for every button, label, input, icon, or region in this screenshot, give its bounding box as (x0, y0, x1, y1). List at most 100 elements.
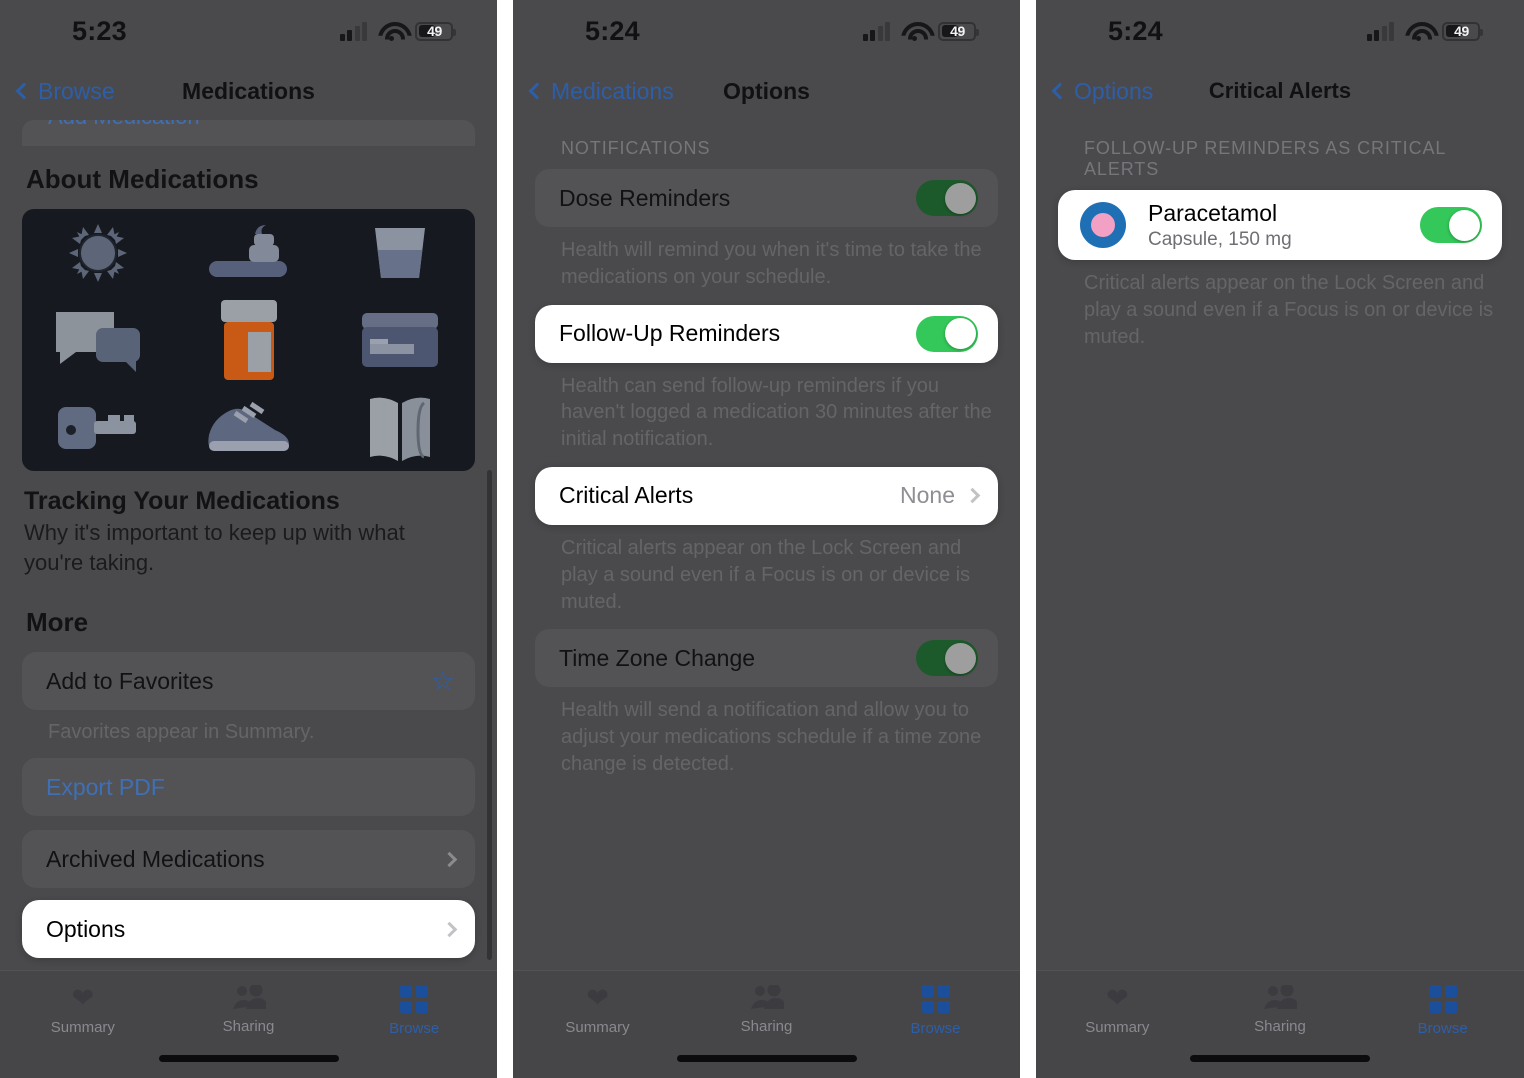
timezone-group: Time Zone Change (535, 629, 998, 688)
grid-icon (400, 985, 429, 1013)
tab-browse-label: Browse (910, 1020, 961, 1037)
export-group: Export PDF (22, 758, 475, 817)
about-medications-illustration (22, 209, 475, 471)
timezone-change-toggle[interactable] (916, 640, 978, 677)
options-row-highlighted[interactable]: Options (22, 900, 475, 959)
battery-icon: 49 (1442, 21, 1483, 41)
paracetamol-critical-toggle[interactable] (1420, 207, 1482, 243)
paracetamol-row[interactable]: Paracetamol Capsule, 150 mg (1058, 190, 1502, 260)
battery-percent: 49 (427, 23, 442, 39)
archived-group: Archived Medications (22, 830, 475, 889)
followup-reminders-row[interactable]: Follow-Up Reminders (535, 305, 998, 363)
book-icon (324, 384, 475, 471)
phone-panel-options: 5:24 49 Medications Options NOTIFICATION… (513, 0, 1020, 1078)
export-pdf-label: Export PDF (46, 773, 165, 800)
grid-icon (1428, 985, 1457, 1013)
tab-browse[interactable]: Browse (1361, 985, 1524, 1037)
wifi-icon (1405, 22, 1431, 41)
about-card-title: Tracking Your Medications (24, 487, 340, 515)
back-button-label: Options (1074, 77, 1154, 104)
followup-reminders-label: Follow-Up Reminders (559, 320, 781, 347)
status-bar: 5:23 49 (0, 0, 497, 62)
critical-alerts-highlighted[interactable]: Critical Alerts None (535, 466, 998, 525)
status-time: 5:24 (585, 15, 640, 46)
battery-icon: 49 (938, 21, 979, 41)
tab-bar: ❤ Summary Sharing Browse (513, 970, 1020, 1078)
tab-summary[interactable]: ❤ Summary (1036, 983, 1199, 1037)
chevron-right-icon (441, 851, 458, 867)
back-button-medications[interactable]: Medications (528, 78, 674, 105)
home-indicator (1190, 1055, 1370, 1062)
cup-icon (324, 209, 475, 296)
pill-bottle-icon (173, 296, 324, 383)
add-medication-row-cutoff[interactable]: Add Medication (22, 120, 475, 146)
home-indicator (158, 1055, 339, 1062)
tab-sharing-label: Sharing (740, 1018, 793, 1035)
home-indicator (676, 1055, 857, 1062)
tab-sharing-label: Sharing (222, 1018, 275, 1035)
phone-panel-critical-alerts: 5:24 49 Options Critical Alerts FOLLOW-U… (1036, 0, 1524, 1078)
dose-reminders-toggle[interactable] (916, 180, 978, 216)
medication-dose: Capsule, 150 mg (1148, 228, 1292, 250)
sneaker-icon (173, 384, 324, 471)
status-indicators: 49 (339, 21, 456, 41)
tab-summary-label: Summary (50, 1019, 115, 1036)
back-button-options[interactable]: Options (1051, 77, 1154, 105)
tab-sharing[interactable]: Sharing (682, 985, 851, 1035)
archived-medications-row[interactable]: Archived Medications (22, 830, 475, 888)
people-icon (1264, 985, 1297, 1009)
panel-divider (1020, 0, 1036, 1078)
chevron-right-icon (441, 921, 458, 937)
heart-icon: ❤ (1106, 983, 1129, 1013)
scroll-indicator[interactable] (487, 470, 492, 960)
status-indicators: 49 (1366, 21, 1483, 41)
critical-alerts-note: Critical alerts appear on the Lock Scree… (1084, 272, 1494, 348)
wifi-icon (378, 22, 404, 41)
export-pdf-row[interactable]: Export PDF (22, 758, 475, 816)
chevron-right-icon (964, 488, 981, 504)
cellular-signal-icon (1366, 21, 1394, 41)
options-row[interactable]: Options (22, 900, 475, 958)
status-time: 5:23 (72, 15, 127, 46)
tab-browse[interactable]: Browse (331, 985, 497, 1037)
status-indicators: 49 (862, 21, 979, 41)
tab-summary[interactable]: ❤ Summary (513, 985, 682, 1037)
followup-reminders-toggle[interactable] (916, 315, 978, 352)
chevron-left-icon (15, 82, 33, 100)
cellular-signal-icon (339, 21, 367, 41)
dose-reminders-label: Dose Reminders (559, 184, 731, 211)
tab-sharing-label: Sharing (1254, 1018, 1306, 1035)
status-bar: 5:24 49 (1036, 0, 1524, 62)
battery-percent: 49 (950, 23, 965, 39)
soap-dispenser-icon (173, 209, 324, 296)
tab-sharing[interactable]: Sharing (1199, 985, 1362, 1035)
tab-browse-label: Browse (1417, 1020, 1468, 1037)
paracetamol-row-highlighted[interactable]: Paracetamol Capsule, 150 mg (1058, 190, 1502, 260)
cellular-signal-icon (862, 21, 890, 41)
critical-alerts-label: Critical Alerts (559, 482, 694, 509)
critical-alerts-row[interactable]: Critical Alerts None (535, 467, 998, 525)
followup-critical-section-label: FOLLOW-UP REMINDERS AS CRITICAL ALERTS (1084, 138, 1446, 179)
key-icon (22, 384, 173, 471)
grid-icon (921, 985, 950, 1013)
followup-reminders-note: Health can send follow-up reminders if y… (561, 374, 992, 451)
add-to-favorites-label: Add to Favorites (46, 667, 214, 694)
battery-icon: 49 (415, 21, 456, 41)
followup-reminders-highlighted[interactable]: Follow-Up Reminders (535, 304, 998, 363)
dose-reminders-row[interactable]: Dose Reminders (535, 169, 998, 227)
tab-summary[interactable]: ❤ Summary (0, 985, 166, 1037)
tab-browse[interactable]: Browse (851, 985, 1020, 1037)
back-button-browse[interactable]: Browse (15, 77, 115, 105)
tab-bar: ❤ Summary Sharing Browse (0, 970, 497, 1078)
timezone-change-note: Health will send a notification and allo… (561, 699, 982, 775)
star-icon[interactable]: ☆ (431, 667, 455, 695)
timezone-change-row[interactable]: Time Zone Change (535, 629, 998, 687)
dose-reminders-note: Health will remind you when it's time to… (561, 239, 982, 288)
wifi-icon (901, 22, 927, 41)
back-button-label: Browse (38, 77, 115, 104)
nav-bar: Medications Options (513, 62, 1020, 120)
tab-sharing[interactable]: Sharing (166, 985, 332, 1035)
add-to-favorites-row[interactable]: Add to Favorites ☆ (22, 652, 475, 710)
tab-browse-label: Browse (389, 1020, 440, 1037)
nav-bar: Options Critical Alerts (1036, 62, 1524, 120)
